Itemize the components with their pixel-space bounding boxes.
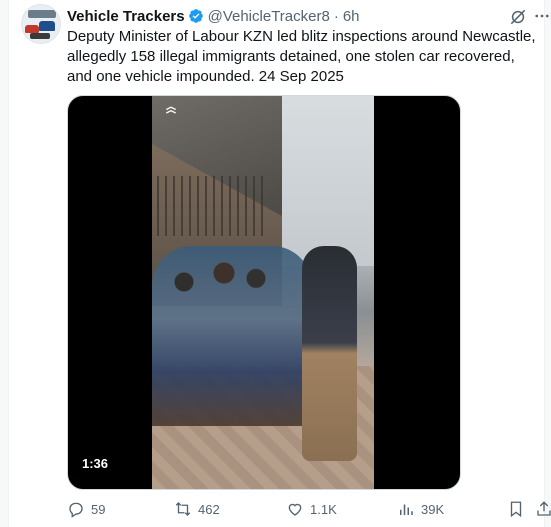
like-button[interactable]: 1.1K — [286, 498, 337, 520]
timestamp[interactable]: 6h — [343, 8, 360, 25]
more-icon[interactable] — [533, 7, 551, 25]
author-name[interactable]: Vehicle Trackers — [67, 8, 185, 25]
crowd-figure — [152, 246, 312, 426]
reply-button[interactable]: 59 — [67, 498, 105, 520]
bookmark-icon[interactable] — [507, 500, 525, 518]
views-count: 39K — [421, 501, 445, 517]
video-overlay-icon — [166, 106, 176, 114]
repost-count: 462 — [198, 501, 220, 517]
tweet-actions: 59 462 1.1K 39K — [67, 498, 551, 520]
share-icon[interactable] — [535, 500, 551, 518]
views-button[interactable]: 39K — [397, 498, 444, 520]
author-handle[interactable]: @VehicleTracker8 — [208, 8, 330, 25]
tweet-header: Vehicle Trackers @VehicleTracker8 · 6h — [67, 6, 360, 26]
official-figure — [302, 246, 357, 461]
video-duration-badge: 1:36 — [76, 454, 115, 473]
verified-badge-icon — [188, 9, 203, 23]
like-icon — [288, 503, 302, 516]
left-panel-border — [0, 0, 9, 527]
views-icon — [400, 504, 413, 515]
grok-icon[interactable] — [508, 7, 528, 27]
video-frame — [152, 96, 374, 489]
repost-icon — [175, 502, 191, 516]
tweet-text: Deputy Minister of Labour KZN led blitz … — [67, 28, 536, 85]
reply-count: 59 — [91, 501, 106, 517]
video-player[interactable]: 1:36 — [67, 95, 461, 490]
author-avatar[interactable] — [21, 4, 61, 44]
repost-button[interactable]: 462 — [174, 498, 220, 520]
reply-icon — [69, 502, 83, 518]
right-panel-border — [544, 0, 551, 527]
separator-dot: · — [333, 7, 339, 25]
like-count: 1.1K — [310, 501, 337, 517]
